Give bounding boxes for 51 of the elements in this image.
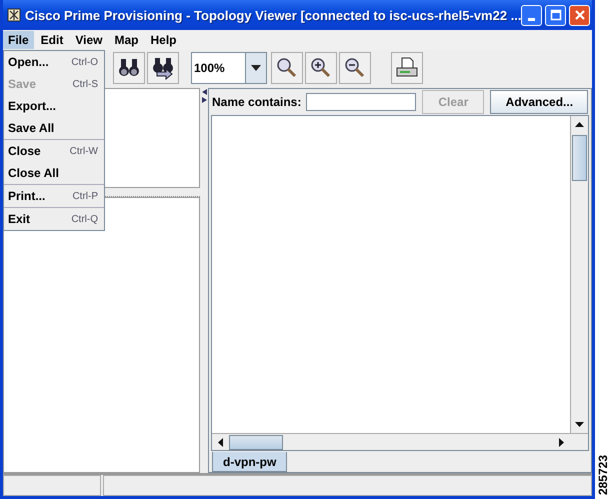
- menu-option[interactable]: Print... Ctrl-P: [4, 185, 104, 207]
- zoom-dropdown[interactable]: 100%: [191, 52, 267, 84]
- toolbar-button[interactable]: [391, 52, 423, 84]
- binoculars-arrow-icon: [151, 56, 175, 80]
- menu-option[interactable]: Close Ctrl-W: [4, 140, 104, 162]
- scroll-thumb[interactable]: [229, 434, 283, 450]
- shortcut-label: Ctrl-S: [72, 78, 98, 90]
- menu-item[interactable]: View: [70, 31, 108, 49]
- menu-item[interactable]: Edit: [36, 31, 68, 49]
- shortcut-label: Ctrl-Q: [71, 214, 98, 224]
- zoom-in-icon: [309, 56, 333, 80]
- scroll-up-icon: [575, 122, 584, 127]
- shortcut-label: Ctrl-P: [72, 190, 98, 202]
- scroll-thumb[interactable]: [572, 135, 587, 181]
- menu-item[interactable]: File: [3, 31, 34, 49]
- minimize-icon: [528, 18, 535, 20]
- close-button[interactable]: [569, 4, 590, 26]
- maximize-icon: [550, 9, 562, 21]
- dropdown-arrow-icon: [251, 65, 261, 71]
- toolbar-button[interactable]: [113, 52, 145, 84]
- filter-label: Name contains:: [212, 95, 302, 109]
- close-icon: [574, 9, 586, 21]
- shortcut-label: Ctrl-W: [70, 146, 98, 156]
- menu-option[interactable]: Exit Ctrl-Q: [4, 208, 104, 230]
- filter-button[interactable]: Advanced...: [490, 90, 588, 114]
- menu-option[interactable]: Save All: [4, 117, 104, 139]
- zoom-value: 100%: [193, 60, 226, 77]
- toolbar-button[interactable]: [305, 52, 337, 84]
- minimize-button[interactable]: [521, 4, 542, 26]
- menu-option[interactable]: Close All: [4, 162, 104, 184]
- horizontal-scrollbar[interactable]: [212, 433, 570, 450]
- toolbar-button[interactable]: [271, 52, 303, 84]
- toolbar-button[interactable]: [339, 52, 371, 84]
- menu-item[interactable]: Help: [145, 31, 182, 49]
- app-icon: [7, 8, 21, 22]
- shortcut-label: Ctrl-O: [71, 56, 98, 68]
- collapse-arrows-icon[interactable]: [202, 89, 206, 103]
- magnifier-icon: [275, 56, 299, 80]
- toolbar-button[interactable]: [147, 52, 179, 84]
- menu-option[interactable]: Open... Ctrl-O: [4, 51, 104, 73]
- scroll-right-icon: [559, 438, 564, 446]
- map-tab[interactable]: d-vpn-pw: [212, 452, 288, 472]
- maximize-button[interactable]: [545, 4, 566, 26]
- figure-number: 285723: [596, 454, 610, 495]
- menu-item[interactable]: Map: [109, 31, 144, 49]
- zoom-out-icon: [343, 56, 367, 80]
- name-filter-field[interactable]: [306, 93, 416, 111]
- scroll-down-icon: [575, 422, 584, 427]
- vertical-scrollbar[interactable]: [570, 116, 588, 433]
- scroll-left-icon: [218, 438, 223, 446]
- menu-option[interactable]: Export...: [4, 95, 104, 117]
